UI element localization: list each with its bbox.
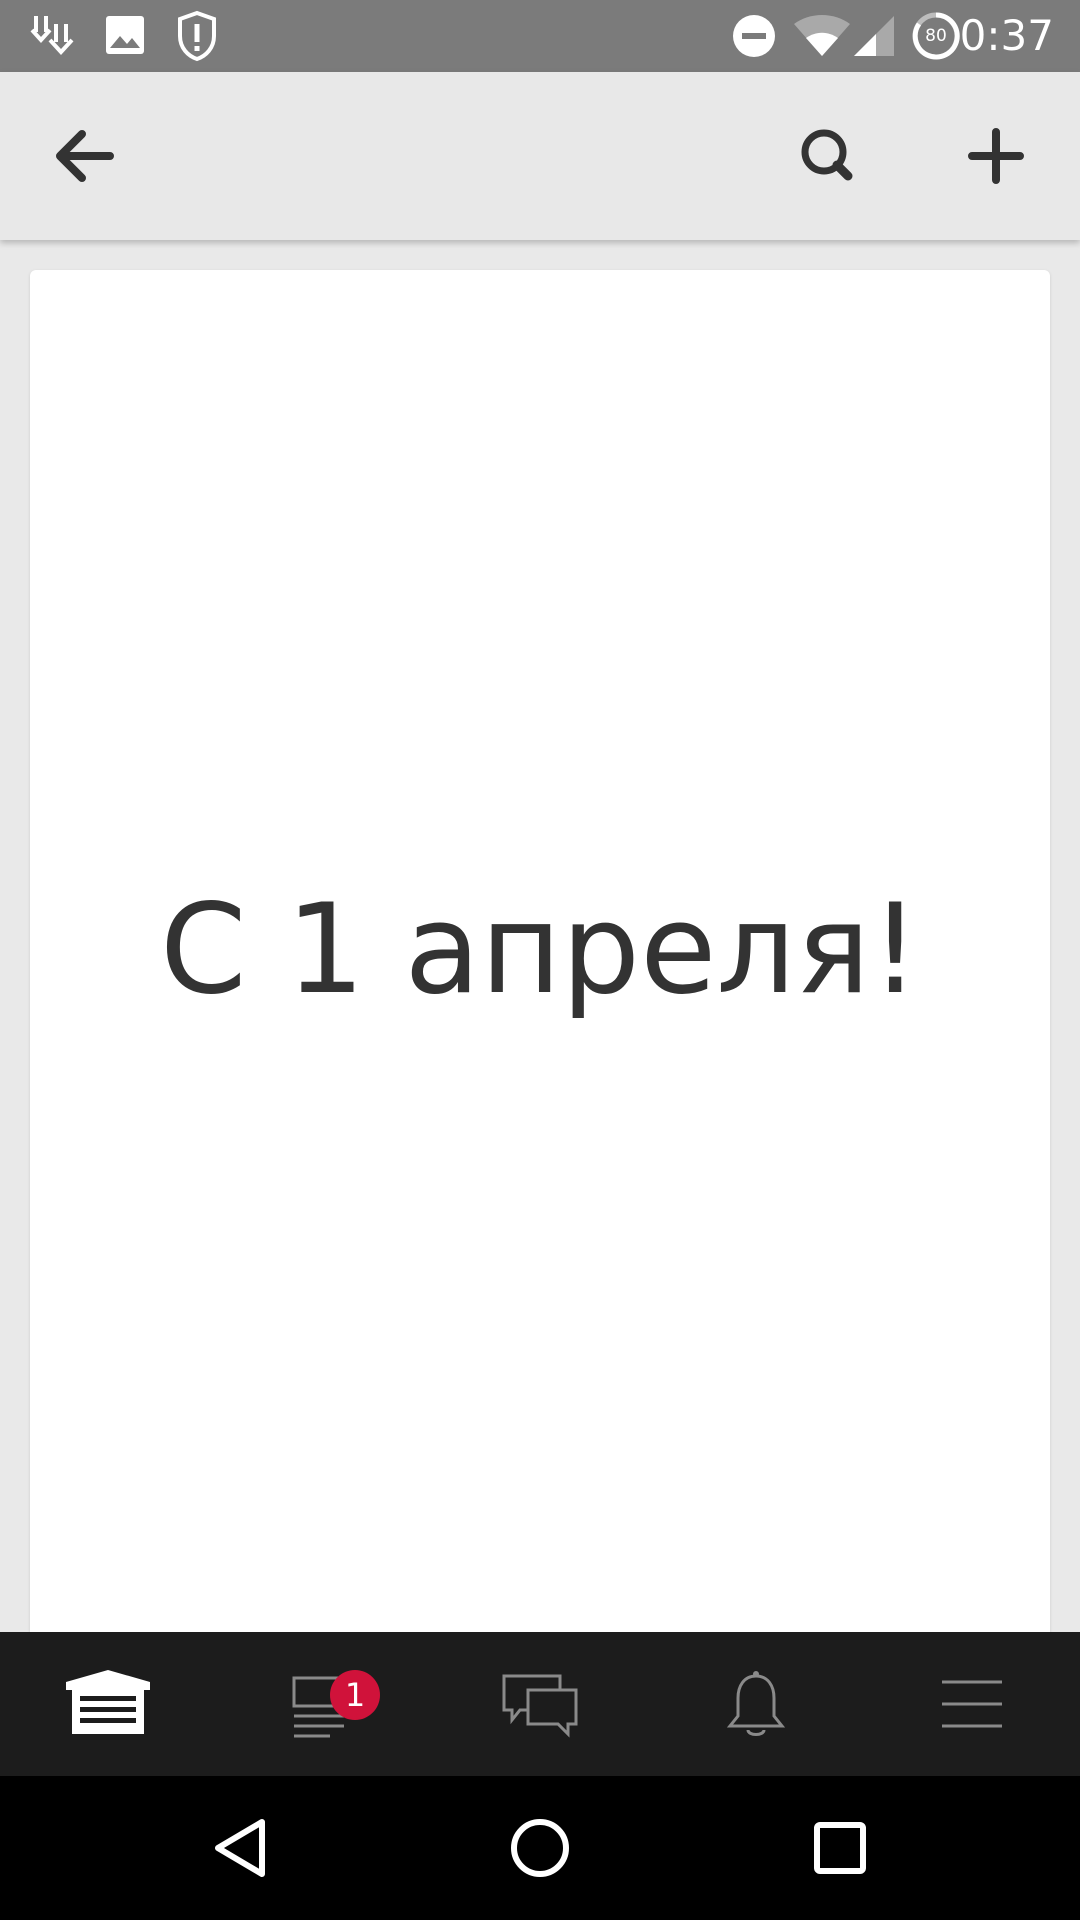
content-card: С 1 апреля! <box>30 270 1050 1670</box>
nav-back-icon <box>215 1819 265 1877</box>
tab-chat[interactable] <box>432 1632 648 1776</box>
back-button[interactable] <box>28 100 140 212</box>
garage-icon <box>66 1670 150 1734</box>
wifi-icon <box>794 15 850 56</box>
back-arrow-icon <box>56 130 114 182</box>
image-icon <box>106 16 144 54</box>
tab-feed[interactable]: 1 <box>216 1632 432 1776</box>
shield-alert-icon <box>178 10 216 62</box>
tab-notifications[interactable] <box>648 1632 864 1776</box>
menu-icon <box>942 1680 1002 1728</box>
feed-icon <box>292 1676 348 1738</box>
tab-menu[interactable] <box>864 1632 1080 1776</box>
download-icon <box>30 16 74 55</box>
chat-icon <box>502 1674 578 1738</box>
status-bar: 80 0:37 <box>0 0 1080 72</box>
tab-garage[interactable] <box>0 1632 216 1776</box>
signal-icon <box>854 16 894 56</box>
battery-level: 80 <box>925 26 947 46</box>
add-icon <box>968 128 1024 184</box>
bottom-tab-bar: 1 <box>0 1632 1080 1776</box>
search-button[interactable] <box>772 100 884 212</box>
status-time: 0:37 <box>959 11 1054 60</box>
nav-home-button[interactable] <box>490 1798 590 1898</box>
search-icon <box>801 129 853 181</box>
feed-badge: 1 <box>330 1670 380 1720</box>
app-toolbar <box>0 72 1080 240</box>
bell-icon <box>726 1671 786 1736</box>
add-button[interactable] <box>940 100 1052 212</box>
nav-back-button[interactable] <box>190 1798 290 1898</box>
greeting-title: С 1 апреля! <box>160 878 920 1022</box>
nav-home-icon <box>511 1819 569 1877</box>
nav-recents-button[interactable] <box>790 1798 890 1898</box>
nav-recents-icon <box>814 1822 866 1874</box>
system-navigation-bar <box>0 1776 1080 1920</box>
do-not-disturb-icon <box>733 15 775 57</box>
